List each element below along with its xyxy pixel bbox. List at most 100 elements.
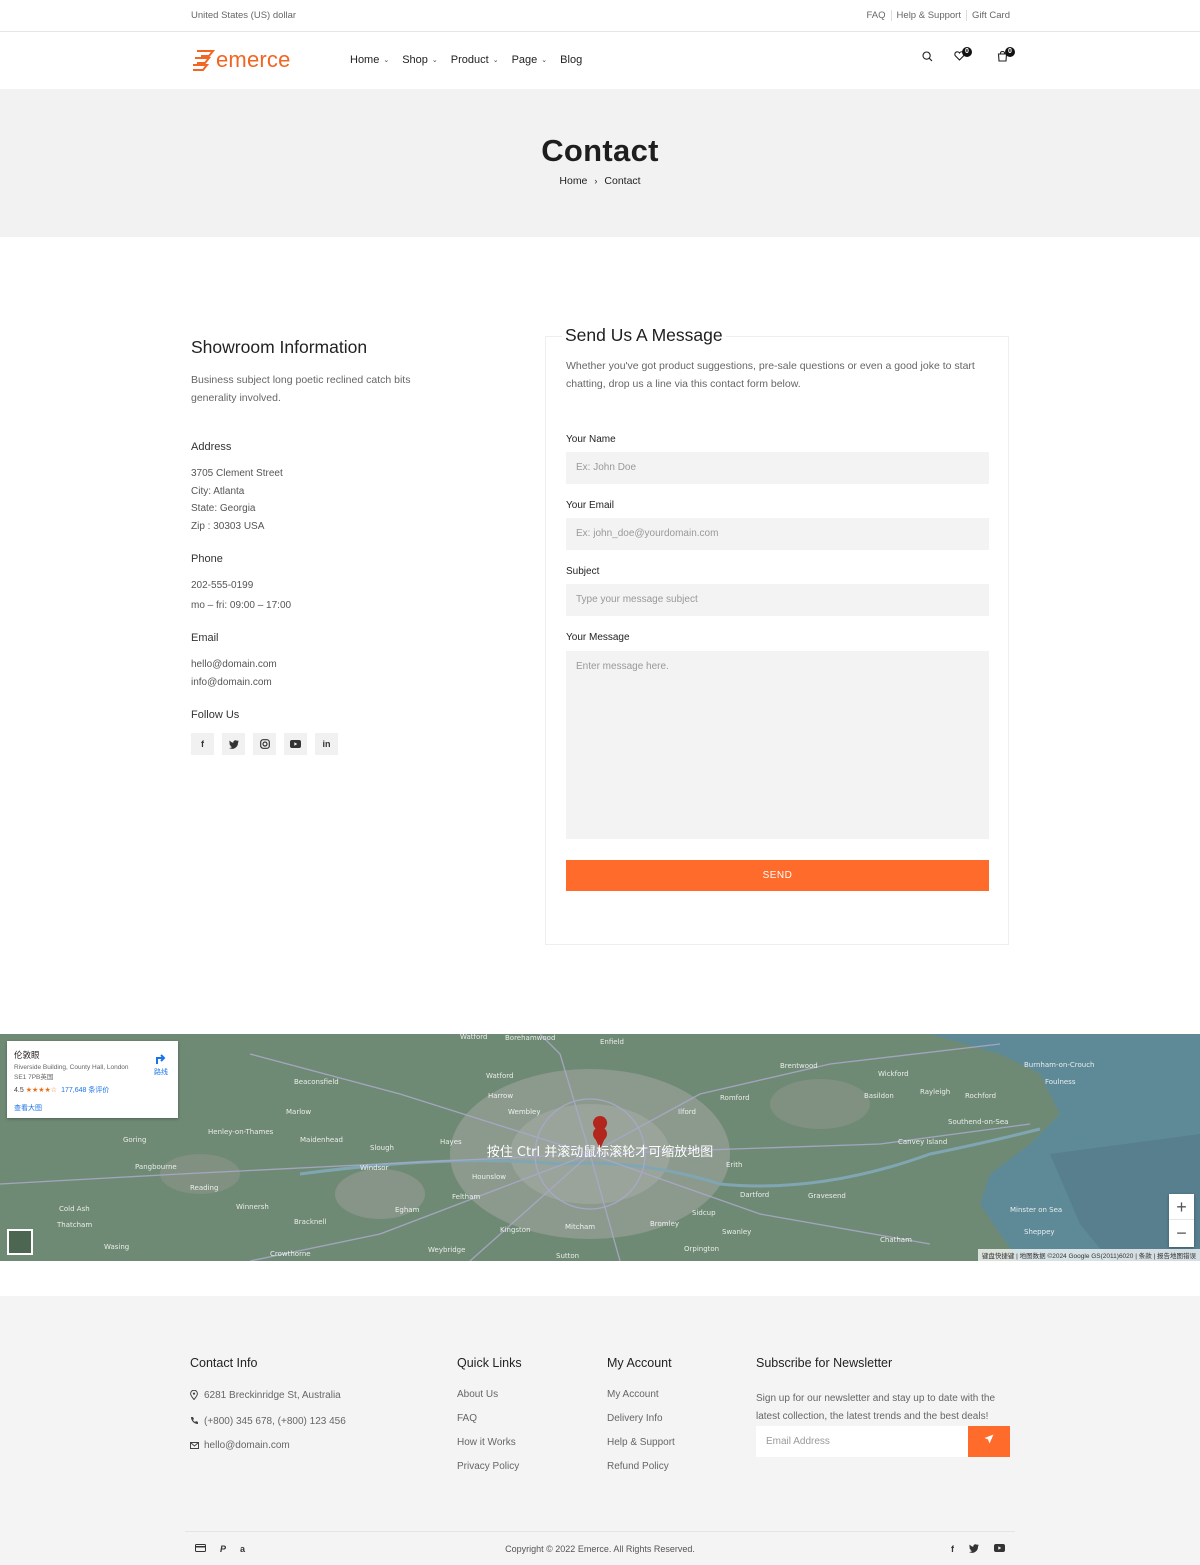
svg-text:Pangbourne: Pangbourne xyxy=(135,1163,177,1171)
top-link-faq[interactable]: FAQ xyxy=(862,10,891,21)
svg-text:Wasing: Wasing xyxy=(104,1243,129,1251)
send-icon xyxy=(984,1434,994,1444)
footer-quick-title: Quick Links xyxy=(457,1356,522,1370)
newsletter-submit-button[interactable] xyxy=(968,1426,1010,1457)
showroom-info: Showroom Information Business subject lo… xyxy=(191,335,491,755)
facebook-icon[interactable]: f xyxy=(191,733,214,755)
email-input[interactable]: Ex: john_doe@yourdomain.com xyxy=(566,518,989,550)
svg-text:Minster on Sea: Minster on Sea xyxy=(1010,1206,1062,1214)
address-line: State: Georgia xyxy=(191,503,256,514)
view-larger-map-link[interactable]: 查看大图 xyxy=(14,1103,42,1113)
newsletter-title: Subscribe for Newsletter xyxy=(756,1356,893,1370)
place-info-card: 伦敦眼 Riverside Building, County Hall, Lon… xyxy=(7,1041,178,1118)
chevron-right-icon: › xyxy=(594,176,598,186)
contact-form: Send Us A Message Whether you've got pro… xyxy=(545,325,1009,945)
facebook-icon[interactable]: f xyxy=(951,1544,954,1555)
footer-link-refund-policy[interactable]: Refund Policy xyxy=(607,1462,675,1472)
rating-stars: ★★★★☆ xyxy=(25,1087,58,1094)
google-map[interactable]: Watford Borehamwood Enfield Brentwood Harr… xyxy=(0,1034,1200,1261)
nav-home-label: Home xyxy=(350,54,380,66)
svg-text:Rochford: Rochford xyxy=(965,1092,996,1100)
svg-text:Burnham-on-Crouch: Burnham-on-Crouch xyxy=(1024,1061,1095,1069)
svg-text:Harrow: Harrow xyxy=(488,1092,513,1100)
email-link[interactable]: hello@domain.com xyxy=(191,656,491,674)
phone-number[interactable]: 202-555-0199 xyxy=(191,577,491,595)
directions-button[interactable]: 路线 xyxy=(154,1051,168,1077)
email-link[interactable]: info@domain.com xyxy=(191,674,491,692)
zoom-controls: + − xyxy=(1169,1194,1194,1247)
svg-text:Southend-on-Sea: Southend-on-Sea xyxy=(948,1118,1008,1126)
linkedin-icon[interactable]: in xyxy=(315,733,338,755)
footer-bottom-bar: P a Copyright © 2022 Emerce. All Rights … xyxy=(185,1531,1015,1565)
wishlist-button[interactable]: 0 xyxy=(954,47,972,61)
nav-product[interactable]: Product ⌄ xyxy=(451,54,499,66)
svg-text:Henley-on-Thames: Henley-on-Thames xyxy=(208,1128,274,1136)
map-attribution[interactable]: 键盘快捷键 | 地图数据 ©2024 Google GS(2011)6020 |… xyxy=(977,1249,1200,1261)
twitter-icon[interactable] xyxy=(222,733,245,755)
nav-product-label: Product xyxy=(450,54,489,66)
footer-link-about-us[interactable]: About Us xyxy=(457,1390,522,1400)
send-button[interactable]: SEND xyxy=(566,860,989,891)
breadcrumb-home[interactable]: Home xyxy=(559,175,587,187)
message-textarea[interactable]: Enter message here. xyxy=(566,651,989,839)
address-line: Zip : 30303 USA xyxy=(191,520,265,532)
zoom-out-button[interactable]: − xyxy=(1169,1220,1194,1246)
site-header: emerce Home ⌄ Shop ⌄ Product ⌄ Page ⌄ Blog 0… xyxy=(0,32,1200,89)
map-type-toggle[interactable] xyxy=(7,1229,33,1255)
currency-selector[interactable]: United States (US) dollar xyxy=(191,10,296,21)
newsletter-text: Sign up for our newsletter and stay up t… xyxy=(756,1393,996,1422)
top-links: FAQ Help & Support Gift Card xyxy=(862,10,1010,21)
search-button[interactable] xyxy=(922,51,933,62)
footer-contact-title: Contact Info xyxy=(190,1356,258,1370)
youtube-icon[interactable] xyxy=(994,1544,1005,1555)
review-count-link[interactable]: 177,648 条评价 xyxy=(61,1087,109,1094)
footer-link-my-account[interactable]: My Account xyxy=(607,1390,675,1400)
svg-text:Basildon: Basildon xyxy=(864,1092,894,1100)
footer-link-delivery-info[interactable]: Delivery Info xyxy=(607,1414,675,1424)
footer-email[interactable]: hello@domain.com xyxy=(190,1441,346,1451)
twitter-icon[interactable] xyxy=(969,1544,979,1555)
opening-hours: mo – fri: 09:00 – 17:00 xyxy=(191,599,292,611)
top-bar: United States (US) dollar FAQ Help & Sup… xyxy=(0,0,1200,32)
svg-text:Sutton: Sutton xyxy=(556,1252,579,1260)
svg-text:Bromley: Bromley xyxy=(650,1220,679,1228)
place-name: 伦敦眼 xyxy=(14,1050,40,1060)
nav-home[interactable]: Home ⌄ xyxy=(350,54,389,66)
footer-link-how-it-works[interactable]: How it Works xyxy=(457,1438,522,1448)
name-input[interactable]: Ex: John Doe xyxy=(566,452,989,484)
svg-text:Winnersh: Winnersh xyxy=(236,1203,269,1211)
svg-text:Erith: Erith xyxy=(726,1161,742,1169)
top-link-gift-card[interactable]: Gift Card xyxy=(965,10,1010,21)
youtube-icon[interactable] xyxy=(284,733,307,755)
directions-label: 路线 xyxy=(154,1069,168,1076)
nav-page[interactable]: Page ⌄ xyxy=(512,54,548,66)
footer-phone: (+800) 345 678, (+800) 123 456 xyxy=(190,1416,346,1427)
svg-text:Foulness: Foulness xyxy=(1045,1078,1076,1086)
subject-input[interactable]: Type your message subject xyxy=(566,584,989,616)
address-title: Address xyxy=(191,441,232,453)
directions-icon xyxy=(156,1054,166,1064)
chevron-down-icon: ⌄ xyxy=(541,57,548,64)
svg-text:Weybridge: Weybridge xyxy=(428,1246,465,1254)
nav-blog[interactable]: Blog xyxy=(560,54,582,66)
newsletter-form: Email Address xyxy=(756,1426,1010,1457)
svg-text:Ilford: Ilford xyxy=(678,1108,696,1116)
page-title: Contact xyxy=(541,133,659,168)
copyright: Copyright © 2022 Emerce. All Rights Rese… xyxy=(505,1544,695,1554)
instagram-icon[interactable] xyxy=(253,733,276,755)
footer-link-help-support[interactable]: Help & Support xyxy=(607,1438,675,1448)
cart-button[interactable]: 0 xyxy=(997,47,1015,62)
nav-shop[interactable]: Shop ⌄ xyxy=(402,54,438,66)
email-label: Your Email xyxy=(566,500,614,511)
address-line: City: Atlanta xyxy=(191,485,245,497)
zoom-in-button[interactable]: + xyxy=(1169,1194,1194,1220)
breadcrumb: Home › Contact xyxy=(0,175,1200,187)
form-title: Send Us A Message xyxy=(562,325,726,346)
main-nav: Home ⌄ Shop ⌄ Product ⌄ Page ⌄ Blog xyxy=(350,54,595,66)
logo[interactable]: emerce xyxy=(191,47,291,73)
footer-link-privacy-policy[interactable]: Privacy Policy xyxy=(457,1462,522,1472)
top-link-help-support[interactable]: Help & Support xyxy=(890,10,966,21)
newsletter-email-input[interactable]: Email Address xyxy=(756,1426,968,1457)
footer-link-faq[interactable]: FAQ xyxy=(457,1414,522,1424)
wishlist-count-badge: 0 xyxy=(962,47,972,57)
